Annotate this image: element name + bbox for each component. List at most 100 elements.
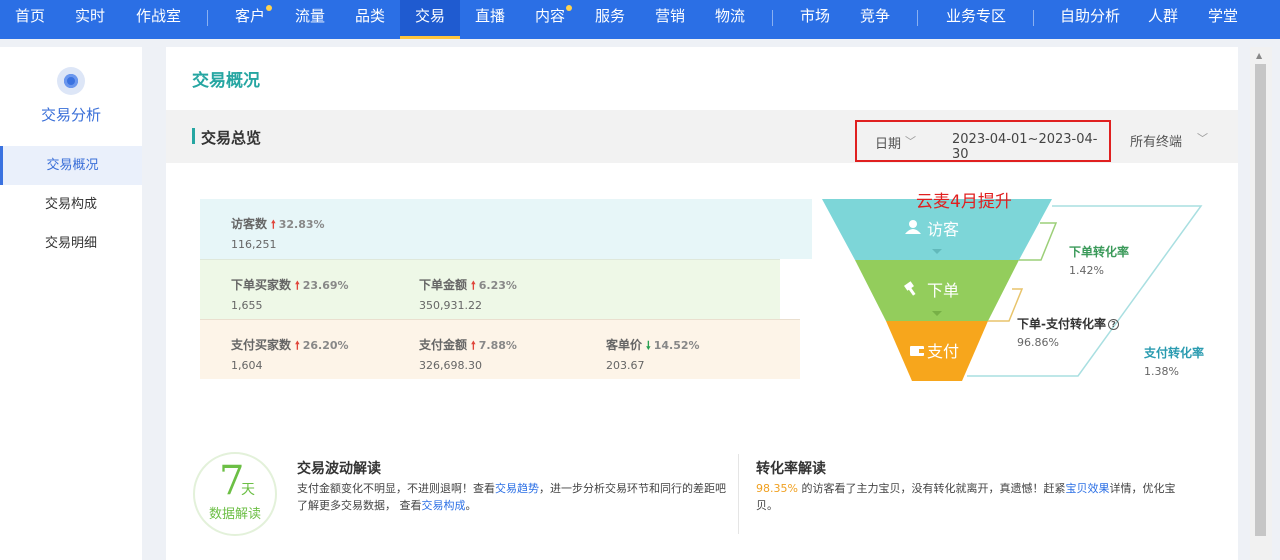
stat-pay-buyers: 支付买家数 🠕 26.20% 1,604 bbox=[231, 336, 349, 372]
nav-item-logistics[interactable]: 物流 bbox=[715, 0, 745, 39]
arrow-up-icon: 🠕 bbox=[271, 218, 276, 231]
stat-value: 203.67 bbox=[606, 359, 645, 372]
stat-change: 26.20% bbox=[302, 339, 349, 352]
stat-change: 32.83% bbox=[278, 218, 325, 231]
overview-header: 交易总览 日期 ﹀ 2023-04-01~2023-04-30 所有终端 ﹀ bbox=[166, 110, 1238, 163]
funnel-stage-label: 下单 bbox=[927, 281, 959, 300]
sidebar-item-trade-detail[interactable]: 交易明细 bbox=[0, 224, 142, 263]
nav-notification-dot bbox=[266, 5, 272, 11]
rate-label: 下单转化率 bbox=[1069, 245, 1130, 259]
nav-item-academy[interactable]: 学堂 bbox=[1208, 0, 1238, 39]
text-segment: 支付金额变化不明显，不进则退啊！查看 bbox=[297, 482, 495, 495]
conversion-interpretation-title: 转化率解读 bbox=[756, 461, 826, 477]
stat-label: 支付金额 bbox=[419, 338, 468, 352]
wallet-icon bbox=[919, 349, 924, 353]
arrow-up-icon: 🠕 bbox=[471, 279, 476, 292]
section-title: 交易总览 bbox=[201, 129, 262, 147]
chevron-down-icon[interactable]: ﹀ bbox=[1197, 130, 1208, 146]
nav-item-content[interactable]: 内容 bbox=[535, 0, 565, 39]
nav-item-live[interactable]: 直播 bbox=[475, 0, 505, 39]
text-segment: 了解更多交易数据， 查看 bbox=[297, 499, 422, 512]
text-segment: 详情，优化宝 bbox=[1109, 482, 1176, 495]
scroll-up-icon[interactable]: ▲ bbox=[1256, 51, 1262, 60]
scrollbar-thumb[interactable] bbox=[1255, 64, 1266, 536]
stat-change: 14.52% bbox=[653, 339, 700, 352]
text-segment: 贝。 bbox=[756, 499, 778, 512]
rate-value: 96.86% bbox=[1017, 336, 1059, 349]
help-icon[interactable]: ? bbox=[1107, 319, 1119, 330]
stat-avg-price: 客单价 🠗 14.52% 203.67 bbox=[606, 336, 700, 372]
page-header: 交易概况 bbox=[166, 47, 1238, 110]
visitor-row: 访客数 🠕 32.83% 116,251 bbox=[200, 199, 812, 259]
text-segment: ，进一步分析交易环节和同行的差距吧 bbox=[539, 482, 726, 495]
text-segment: 的访客看了主力宝贝，没有转化就离开，真遗憾！赶紧 bbox=[801, 482, 1066, 495]
nav-item-business-zone[interactable]: 业务专区 bbox=[946, 0, 1006, 39]
nav-item-realtime[interactable]: 实时 bbox=[75, 0, 105, 39]
date-range-value[interactable]: 2023-04-01~2023-04-30 bbox=[952, 132, 1109, 162]
conversion-interpretation-text: 98.35% 的访客看了主力宝贝，没有转化就离开，真遗憾！赶紧宝贝效果详情，优化… bbox=[756, 480, 1176, 514]
stat-order-amount: 下单金额 🠕 6.23% 350,931.22 bbox=[419, 276, 517, 312]
nav-item-category[interactable]: 品类 bbox=[355, 0, 385, 39]
funnel-stage-label: 访客 bbox=[927, 220, 959, 239]
trade-analysis-icon bbox=[57, 67, 85, 95]
rate-label: 下单-支付转化率 bbox=[1017, 317, 1106, 331]
stat-pay-amount: 支付金额 🠕 7.88% 326,698.30 bbox=[419, 336, 517, 372]
item-effect-link[interactable]: 宝贝效果 bbox=[1065, 482, 1109, 495]
trade-interpretation-text: 支付金额变化不明显，不进则退啊！查看交易趋势，进一步分析交易环节和同行的差距吧 … bbox=[297, 480, 727, 514]
rate-order-pay-conversion: 下单-支付转化率? 96.86% bbox=[1017, 315, 1119, 349]
top-nav: 首页 实时 作战室 客户 流量 品类 交易 直播 内容 服务 营销 物流 市场 … bbox=[0, 0, 1280, 39]
stat-value: 116,251 bbox=[231, 238, 277, 251]
payment-row: 支付买家数 🠕 26.20% 1,604 支付金额 🠕 7.88% 326,698.30… bbox=[200, 319, 800, 379]
rate-label: 支付转化率 bbox=[1144, 346, 1205, 360]
stat-label: 下单金额 bbox=[419, 278, 468, 292]
rate-value: 1.38% bbox=[1144, 365, 1179, 378]
nav-divider bbox=[1033, 10, 1034, 26]
stat-value: 1,655 bbox=[231, 299, 263, 312]
nav-divider bbox=[917, 10, 918, 26]
date-label: 日期 bbox=[875, 137, 902, 152]
trade-composition-link[interactable]: 交易构成 bbox=[422, 499, 466, 512]
highlight-rate: 98.35% bbox=[756, 482, 798, 495]
arrow-up-icon: 🠕 bbox=[295, 279, 300, 292]
section-marker bbox=[192, 128, 195, 144]
arrow-up-icon: 🠕 bbox=[295, 339, 300, 352]
stat-visitors: 访客数 🠕 32.83% 116,251 bbox=[231, 215, 325, 251]
trade-interpretation-title: 交易波动解读 bbox=[297, 461, 381, 477]
sidebar-item-trade-overview[interactable]: 交易概况 bbox=[0, 146, 142, 185]
badge-unit: 天 bbox=[241, 482, 255, 498]
nav-item-crowd[interactable]: 人群 bbox=[1148, 0, 1178, 39]
stat-change: 7.88% bbox=[478, 339, 517, 352]
funnel-stage-label: 支付 bbox=[927, 342, 959, 361]
nav-item-self-analysis[interactable]: 自助分析 bbox=[1060, 0, 1120, 39]
annotation-text: 云麦4月提升 bbox=[916, 192, 1012, 212]
user-icon bbox=[909, 220, 917, 228]
date-filter[interactable]: 日期 ﹀ 2023-04-01~2023-04-30 bbox=[855, 120, 1111, 162]
stat-value: 1,604 bbox=[231, 359, 263, 372]
nav-item-service[interactable]: 服务 bbox=[595, 0, 625, 39]
sidebar-item-trade-composition[interactable]: 交易构成 bbox=[0, 185, 142, 224]
terminal-select[interactable]: 所有终端 bbox=[1130, 131, 1182, 150]
badge-caption: 数据解读 bbox=[208, 507, 261, 522]
nav-divider bbox=[772, 10, 773, 26]
stat-label: 访客数 bbox=[231, 217, 268, 231]
nav-item-war-room[interactable]: 作战室 bbox=[136, 0, 181, 39]
arrow-up-icon: 🠕 bbox=[471, 339, 476, 352]
overview-content: 访客数 🠕 32.83% 116,251 下单买家数 🠕 23.69% 1,655 下单… bbox=[166, 163, 1238, 560]
stat-value: 326,698.30 bbox=[419, 359, 482, 372]
nav-item-competition[interactable]: 竞争 bbox=[860, 0, 890, 39]
stat-label: 客单价 bbox=[606, 338, 643, 352]
nav-item-trade[interactable]: 交易 bbox=[400, 0, 460, 39]
chevron-down-icon[interactable]: ﹀ bbox=[905, 133, 916, 149]
trade-trend-link[interactable]: 交易趋势 bbox=[495, 482, 539, 495]
nav-item-home[interactable]: 首页 bbox=[15, 0, 45, 39]
nav-item-customer[interactable]: 客户 bbox=[235, 0, 265, 39]
divider bbox=[738, 454, 739, 534]
rate-value: 1.42% bbox=[1069, 264, 1104, 277]
rate-pay-conversion: 支付转化率 1.38% bbox=[1144, 344, 1204, 378]
nav-item-marketing[interactable]: 营销 bbox=[655, 0, 685, 39]
text-segment: 。 bbox=[465, 499, 477, 512]
nav-item-market[interactable]: 市场 bbox=[800, 0, 830, 39]
nav-divider bbox=[207, 10, 208, 26]
rate-order-conversion: 下单转化率 1.42% bbox=[1069, 243, 1129, 277]
nav-item-traffic[interactable]: 流量 bbox=[295, 0, 325, 39]
